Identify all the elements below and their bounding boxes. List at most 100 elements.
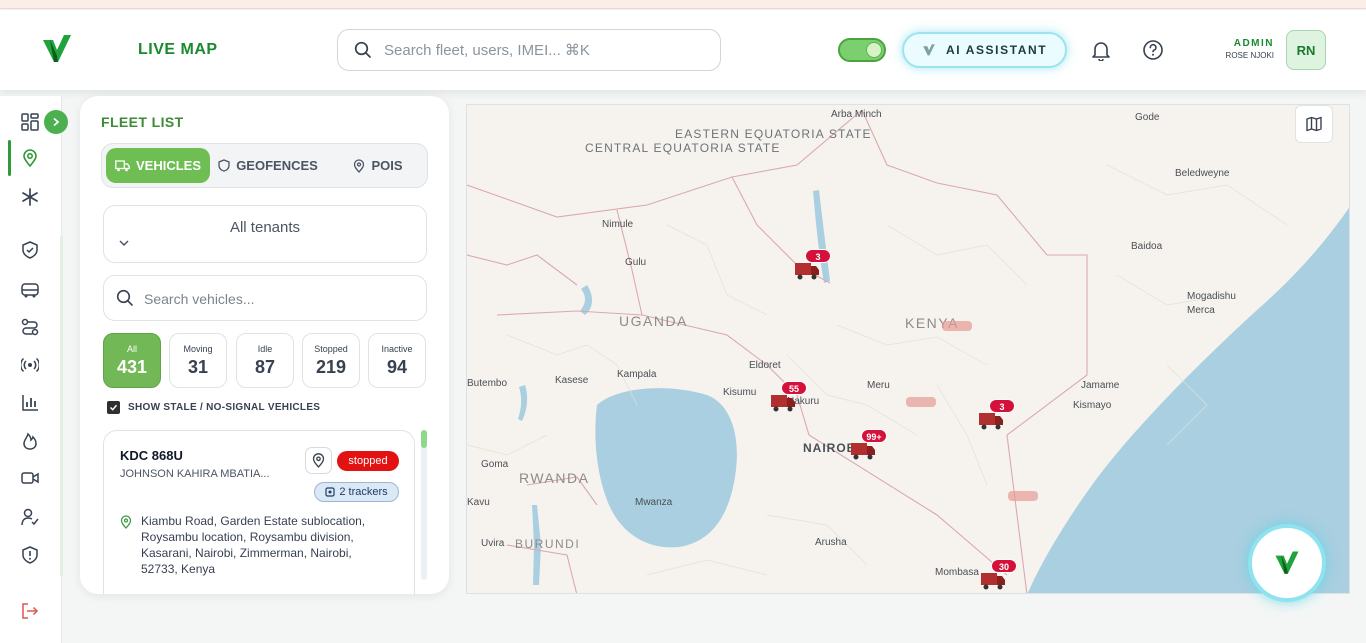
map-label-city: Mombasa — [935, 567, 979, 578]
stat-moving[interactable]: Moving 31 — [169, 333, 227, 388]
map-label-city: Arba Minch — [831, 109, 882, 120]
vehicle-cluster[interactable]: 30 — [979, 559, 1017, 593]
sidebar-item-vehicles[interactable] — [18, 278, 42, 302]
map-label-city: Mwanza — [635, 497, 673, 508]
cluster-count: 3 — [989, 399, 1015, 413]
fleet-list-scrollbar[interactable] — [421, 430, 427, 580]
vehicle-search-input[interactable] — [144, 289, 414, 309]
global-search-input[interactable] — [384, 40, 704, 60]
cluster-count: 30 — [991, 559, 1017, 573]
car-marker-faded[interactable] — [1007, 489, 1039, 503]
ai-assistant-button[interactable]: AI ASSISTANT — [902, 32, 1067, 68]
pin-icon — [354, 158, 365, 173]
map-layers-button[interactable] — [1295, 105, 1333, 143]
vehicle-cluster[interactable]: 3 — [977, 399, 1015, 437]
global-search[interactable] — [337, 29, 721, 71]
location-icon — [120, 515, 132, 529]
live-map[interactable]: CENTRAL EQUATORIA STATE EASTERN EQUATORI… — [466, 104, 1350, 594]
scrollbar-thumb[interactable] — [421, 430, 427, 448]
map-pin-icon — [23, 149, 37, 167]
fleet-tabs: VEHICLES GEOFENCES POIS — [101, 143, 428, 188]
map-label-city: Gulu — [625, 257, 647, 268]
map-label-city: Butembo — [467, 378, 508, 389]
map-label-country: UGANDA — [619, 313, 688, 329]
map-label-city: Gode — [1135, 112, 1160, 123]
sidebar-item-live-map[interactable] — [18, 146, 42, 170]
snowflake-icon — [22, 188, 38, 206]
video-icon — [21, 472, 39, 484]
show-stale-checkbox[interactable]: SHOW STALE / NO-SIGNAL VEHICLES — [107, 401, 320, 414]
tab-pois[interactable]: POIS — [330, 148, 426, 183]
sidebar-item-routes[interactable] — [18, 315, 42, 339]
map-label-city: Kasese — [555, 375, 589, 386]
vehicle-cluster[interactable]: 55 — [769, 381, 807, 419]
page-title: LIVE MAP — [138, 41, 218, 58]
tab-vehicles[interactable]: VEHICLES — [106, 148, 210, 183]
vehicle-cluster[interactable]: 99+ — [849, 429, 887, 467]
user-info[interactable]: ADMIN ROSE NJOKI — [1200, 38, 1274, 60]
sidebar-item-dashboard[interactable] — [18, 110, 42, 134]
map-pin-icon — [312, 453, 325, 468]
map-label-region: CENTRAL EQUATORIA STATE — [585, 141, 781, 155]
sidebar-item-tracking[interactable] — [18, 353, 42, 377]
map-label-region: EASTERN EQUATORIA STATE — [675, 127, 872, 141]
stat-label: Inactive — [381, 344, 413, 354]
checkbox[interactable] — [107, 401, 120, 414]
map-label-city: Goma — [481, 459, 509, 470]
car-marker-faded[interactable] — [941, 319, 973, 333]
vehicle-card[interactable]: KDC 868U JOHNSON KAHIRA MBATIA... stoppe… — [103, 430, 415, 594]
vehicle-address: Kiambu Road, Garden Estate sublocation, … — [141, 514, 366, 576]
sidebar-item-logout[interactable] — [18, 599, 42, 623]
sidebar-item-cold-chain[interactable] — [18, 185, 42, 209]
map-label-city: Kisumu — [723, 387, 757, 398]
sidebar-item-video[interactable] — [18, 466, 42, 490]
sidebar-item-drivers[interactable] — [18, 505, 42, 529]
locate-vehicle-button[interactable] — [305, 447, 332, 474]
stat-stopped[interactable]: Stopped 219 — [302, 333, 360, 388]
vehicle-search[interactable] — [103, 275, 427, 321]
brand-logo[interactable] — [40, 32, 74, 66]
tab-geofences[interactable]: GEOFENCES — [214, 148, 322, 183]
ai-assistant-label: AI ASSISTANT — [946, 43, 1048, 57]
bar-chart-icon — [22, 395, 38, 411]
map-label-city: Merca — [1187, 305, 1215, 316]
stat-inactive[interactable]: Inactive 94 — [368, 333, 426, 388]
stat-all[interactable]: All 431 — [103, 333, 161, 388]
theme-toggle[interactable] — [838, 38, 886, 62]
stat-label: Stopped — [314, 344, 348, 354]
car-marker-faded[interactable] — [905, 395, 937, 409]
brand-logo — [1275, 551, 1299, 574]
ai-assistant-fab[interactable] — [1248, 524, 1326, 602]
top-banner-strip — [0, 0, 1366, 9]
sidebar-collapse-button[interactable] — [44, 110, 68, 134]
avatar[interactable]: RN — [1286, 30, 1326, 70]
sidebar-item-alerts[interactable] — [18, 543, 42, 567]
trackers-badge[interactable]: 2 trackers — [314, 482, 399, 502]
stat-idle[interactable]: Idle 87 — [236, 333, 294, 388]
map-label-city: Uvira — [481, 538, 505, 549]
bell-icon[interactable] — [1090, 39, 1112, 61]
help-icon[interactable] — [1142, 39, 1164, 61]
shield-icon — [22, 241, 38, 259]
tracker-icon — [325, 487, 335, 497]
map-label-city: Jamame — [1081, 380, 1120, 391]
stat-value: 94 — [386, 357, 408, 377]
sidebar-item-fuel[interactable] — [18, 429, 42, 453]
fire-icon — [23, 432, 37, 450]
sidebar-item-reports[interactable] — [18, 391, 42, 415]
vehicle-cluster[interactable]: 3 — [793, 249, 831, 287]
map-label-city: Kismayo — [1073, 400, 1112, 411]
stat-value: 431 — [116, 357, 148, 377]
vehicle-driver: JOHNSON KAHIRA MBATIA... — [120, 468, 270, 480]
map-label-city: Kampala — [617, 369, 657, 380]
tab-vehicles-label: VEHICLES — [135, 158, 201, 173]
map-label-city: Kavu — [467, 497, 490, 508]
tenant-select[interactable]: All tenants — [103, 205, 427, 263]
stat-value: 31 — [187, 357, 209, 377]
search-icon — [354, 41, 371, 58]
stat-label: All — [126, 344, 137, 354]
cluster-count: 3 — [805, 249, 831, 263]
logout-icon — [22, 603, 39, 619]
map-label-city: Nimule — [602, 219, 634, 230]
sidebar-item-security[interactable] — [18, 238, 42, 262]
